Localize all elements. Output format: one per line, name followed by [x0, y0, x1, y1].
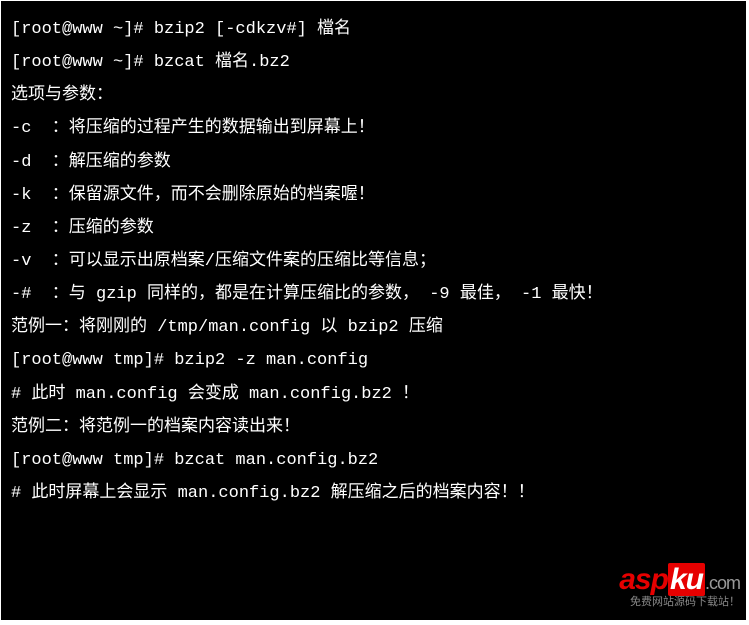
- terminal-line: 范例二：将范例一的档案内容读出来！: [11, 411, 736, 444]
- terminal-line: # 此时屏幕上会显示 man.config.bz2 解压缩之后的档案内容！！: [11, 477, 736, 510]
- terminal-line: -# ：与 gzip 同样的，都是在计算压缩比的参数， -9 最佳， -1 最快…: [11, 278, 736, 311]
- terminal-window: [root@www ~]# bzip2 [-cdkzv#] 檔名 [root@w…: [1, 1, 746, 620]
- terminal-line: [root@www ~]# bzip2 [-cdkzv#] 檔名: [11, 13, 736, 46]
- terminal-line: -k ：保留源文件，而不会删除原始的档案喔！: [11, 179, 736, 212]
- watermark: aspku.com 免费网站源码下载站！: [619, 565, 740, 608]
- terminal-line: -d ：解压缩的参数: [11, 146, 736, 179]
- watermark-logo: aspku.com: [619, 565, 740, 595]
- watermark-text-ku: ku: [668, 563, 705, 596]
- terminal-line: 范例一：将刚刚的 /tmp/man.config 以 bzip2 压缩: [11, 311, 736, 344]
- terminal-line: 选项与参数：: [11, 79, 736, 112]
- terminal-line: -v ：可以显示出原档案/压缩文件案的压缩比等信息；: [11, 245, 736, 278]
- watermark-text-com: com: [709, 573, 740, 593]
- terminal-line: # 此时 man.config 会变成 man.config.bz2 ！: [11, 378, 736, 411]
- watermark-subtitle: 免费网站源码下载站！: [619, 597, 740, 608]
- terminal-line: -c ：将压缩的过程产生的数据输出到屏幕上！: [11, 112, 736, 145]
- terminal-line: [root@www tmp]# bzcat man.config.bz2: [11, 444, 736, 477]
- watermark-text-asp: asp: [619, 563, 668, 596]
- terminal-line: -z ：压缩的参数: [11, 212, 736, 245]
- terminal-line: [root@www tmp]# bzip2 -z man.config: [11, 344, 736, 377]
- terminal-line: [root@www ~]# bzcat 檔名.bz2: [11, 46, 736, 79]
